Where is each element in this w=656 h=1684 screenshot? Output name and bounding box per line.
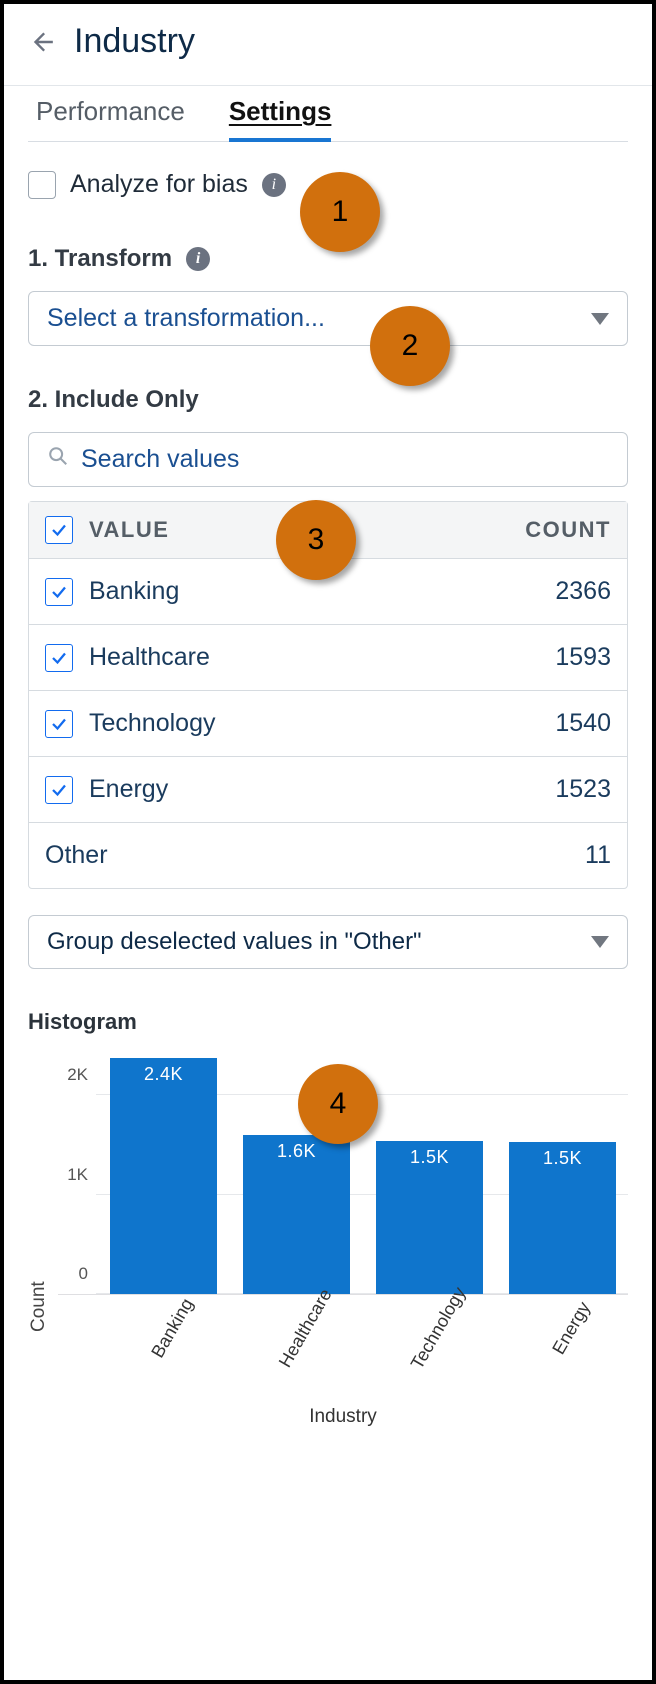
chart-bar: 1.5K <box>376 1141 483 1294</box>
search-values-box[interactable] <box>28 432 628 487</box>
row-value: Energy <box>89 775 555 804</box>
annotation-marker: 4 <box>298 1064 378 1144</box>
chart-ylabel: Count <box>28 1055 50 1428</box>
histogram-title: Histogram <box>28 1009 628 1035</box>
row-checkbox[interactable] <box>45 578 73 606</box>
row-value: Banking <box>89 577 555 606</box>
row-checkbox[interactable] <box>45 776 73 804</box>
table-row-other: Other 11 <box>29 823 627 888</box>
group-select-label: Group deselected values in "Other" <box>47 928 422 956</box>
row-checkbox[interactable] <box>45 644 73 672</box>
col-count: COUNT <box>525 517 611 543</box>
chart-bar: 1.6K <box>243 1135 350 1294</box>
tab-settings[interactable]: Settings <box>229 86 332 141</box>
row-value: Technology <box>89 709 555 738</box>
chart-bar-label: 2.4K <box>144 1064 183 1085</box>
row-count: 11 <box>585 841 611 870</box>
chart-bar: 2.4K <box>110 1058 217 1294</box>
table-row: Energy 1523 <box>29 757 627 823</box>
row-checkbox[interactable] <box>45 710 73 738</box>
back-arrow-icon[interactable] <box>28 28 56 56</box>
chart-xlabel: Industry <box>58 1406 628 1428</box>
include-only-section: 2. Include Only VALUE COUNT Banking 2366… <box>28 386 628 969</box>
tabs: Performance Settings <box>28 86 628 142</box>
chevron-down-icon <box>591 313 609 325</box>
chart-bar-label: 1.5K <box>410 1147 449 1168</box>
row-value: Healthcare <box>89 643 555 672</box>
row-count: 2366 <box>555 577 611 606</box>
search-icon <box>47 445 69 474</box>
row-value: Other <box>45 841 585 870</box>
annotation-marker: 3 <box>276 500 356 580</box>
search-input[interactable] <box>81 445 609 474</box>
page-title: Industry <box>74 22 195 61</box>
table-row: Healthcare 1593 <box>29 625 627 691</box>
chevron-down-icon <box>591 936 609 948</box>
row-count: 1540 <box>555 709 611 738</box>
group-deselected-select[interactable]: Group deselected values in "Other" <box>28 915 628 969</box>
ytick: 0 <box>58 1264 88 1284</box>
analyze-bias-checkbox[interactable] <box>28 171 56 199</box>
include-title: 2. Include Only <box>28 386 199 414</box>
chart-bar-label: 1.6K <box>277 1141 316 1162</box>
info-icon[interactable]: i <box>186 247 210 271</box>
select-all-checkbox[interactable] <box>45 516 73 544</box>
transform-title: 1. Transform <box>28 245 172 273</box>
transform-select[interactable]: Select a transformation... <box>28 291 628 346</box>
header: Industry <box>28 4 628 85</box>
chart-bar-label: 1.5K <box>543 1148 582 1169</box>
transform-section: 1. Transform i Select a transformation..… <box>28 245 628 346</box>
annotation-marker: 2 <box>370 306 450 386</box>
table-row: Technology 1540 <box>29 691 627 757</box>
chart-bar: 1.5K <box>509 1142 616 1294</box>
tab-performance[interactable]: Performance <box>36 86 185 141</box>
analyze-bias-label: Analyze for bias <box>70 170 248 199</box>
ytick: 1K <box>58 1165 88 1185</box>
info-icon[interactable]: i <box>262 173 286 197</box>
ytick: 2K <box>58 1065 88 1085</box>
row-count: 1593 <box>555 643 611 672</box>
transform-select-placeholder: Select a transformation... <box>47 304 325 333</box>
row-count: 1523 <box>555 775 611 804</box>
annotation-marker: 1 <box>300 172 380 252</box>
